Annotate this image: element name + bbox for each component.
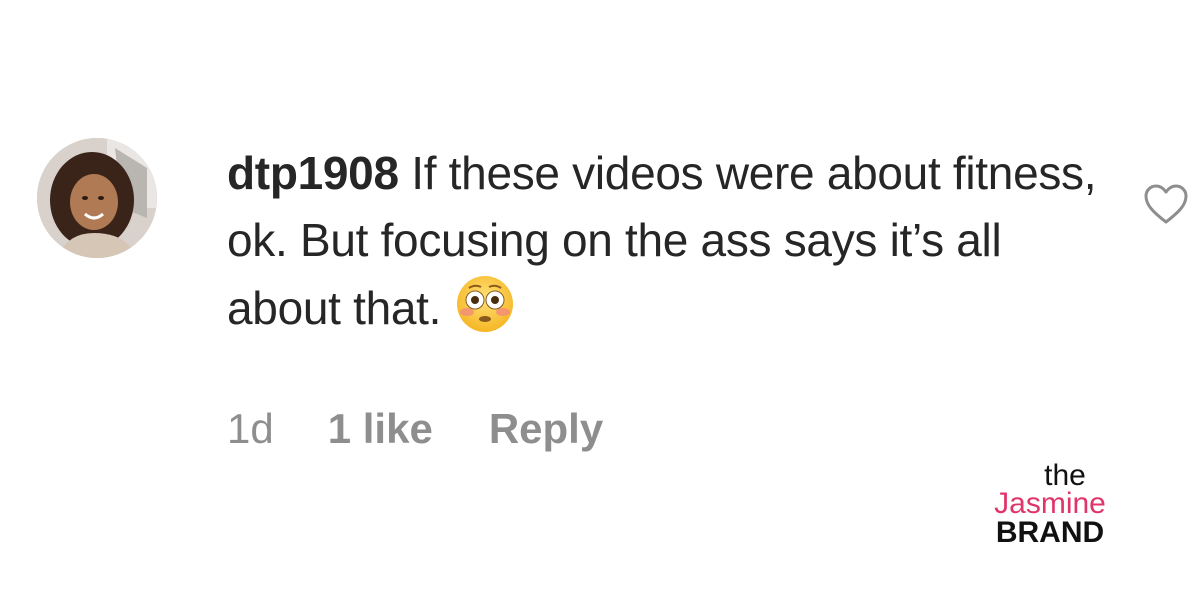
comment-timestamp[interactable]: 1d — [227, 404, 274, 454]
comment-meta: 1d 1 like Reply — [227, 404, 603, 454]
watermark-line-brand: BRAND — [995, 516, 1105, 549]
comment-screenshot: dtp1908 If these videos were about fitne… — [0, 0, 1200, 600]
comment-like-count[interactable]: 1 like — [328, 404, 433, 454]
avatar-photo — [37, 138, 157, 258]
like-heart-icon[interactable] — [1143, 183, 1189, 225]
reply-button[interactable]: Reply — [489, 404, 603, 454]
watermark-logo: the Jasmine BRAND — [975, 459, 1125, 549]
comment-body: dtp1908 If these videos were about fitne… — [227, 140, 1107, 342]
flushed-face-emoji-icon — [455, 274, 515, 334]
watermark-line-the: the — [1044, 459, 1086, 492]
comment-username[interactable]: dtp1908 — [227, 147, 399, 199]
watermark-line-jasmine: Jasmine — [994, 487, 1106, 520]
avatar[interactable] — [37, 138, 157, 258]
